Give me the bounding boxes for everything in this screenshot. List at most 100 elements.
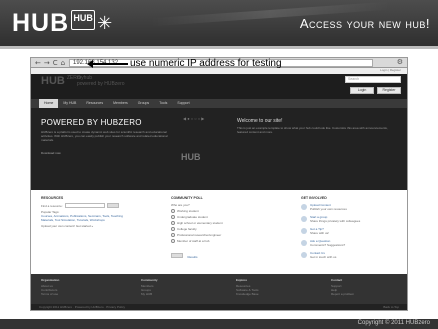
- nav-item-myhub[interactable]: My HUB: [58, 99, 81, 108]
- footer-col-title: Explore: [236, 278, 248, 282]
- footer-col-title: Community: [141, 278, 158, 282]
- hub-logo-text: HUB: [12, 8, 70, 37]
- tip-body: Comments? Suggestions?: [310, 243, 346, 247]
- radio-icon[interactable]: [171, 209, 175, 213]
- poll-column: COMMUNITY POLL Who are you? Working stud…: [171, 196, 271, 263]
- slide-title: Access your new hub!: [299, 16, 430, 31]
- site-name: myhub powered by HUBzero: [77, 75, 125, 87]
- slide-copyright: Copyright © 2011 HUBzero: [357, 320, 430, 326]
- resource-search-input[interactable]: [64, 203, 105, 208]
- resources-column: RESOURCES Find a resource: Popular Tags:…: [41, 196, 151, 228]
- poll-option-label: College faculty: [177, 227, 197, 231]
- login-register-links[interactable]: Login | Register: [380, 68, 401, 72]
- hub-star-icon: ✳: [97, 12, 113, 33]
- site-footer: Organization About us Contributors Terms…: [31, 274, 407, 304]
- tip-body: Publish your own resources: [310, 207, 347, 211]
- footer-link[interactable]: Terms of use: [41, 292, 59, 296]
- get-involved-title: GET INVOLVED: [301, 196, 327, 200]
- tip-item[interactable]: Got a Tip? Share with us!: [301, 227, 401, 235]
- poll-option[interactable]: Professional researcher/engineer: [171, 233, 271, 237]
- hub-logo-box: HUB: [71, 10, 96, 30]
- poll-option[interactable]: Working student: [171, 209, 271, 213]
- back-icon[interactable]: ←: [35, 59, 41, 67]
- poll-option-label: Member of staff at a hub: [177, 239, 210, 243]
- tip-icon: [301, 252, 307, 258]
- footer-col-community: Community Members Groups My HUB: [141, 278, 158, 296]
- tip-body: Get in touch with us: [310, 255, 337, 259]
- vote-button[interactable]: [171, 253, 183, 258]
- reload-icon[interactable]: C: [53, 59, 58, 67]
- poll-option[interactable]: College faculty: [171, 227, 271, 231]
- hero-link[interactable]: Download now: [41, 151, 61, 155]
- forward-icon[interactable]: →: [44, 59, 50, 67]
- upload-link[interactable]: Upload your own content! Get started »: [41, 224, 151, 228]
- site-logo-text: HUB: [41, 75, 65, 87]
- nav-item-support[interactable]: Support: [172, 99, 194, 108]
- nav-item-home[interactable]: Home: [39, 99, 59, 108]
- radio-icon[interactable]: [171, 227, 175, 231]
- slide-footer: Copyright © 2011 HUBzero: [0, 319, 438, 329]
- tip-icon: [301, 204, 307, 210]
- radio-icon[interactable]: [171, 239, 175, 243]
- tip-item[interactable]: Upload Content Publish your own resources: [301, 203, 401, 211]
- site-register-button[interactable]: Register: [377, 87, 401, 94]
- poll-option-label: Professional researcher/engineer: [177, 233, 222, 237]
- get-involved-column: GET INVOLVED Upload Content Publish your …: [301, 196, 401, 263]
- site-logo[interactable]: HUB ZERO: [41, 75, 81, 87]
- footer-copyright: Copyright 2011 HUBzero · Powered by HUBz…: [39, 305, 125, 309]
- footer-col-organization: Organization About us Contributors Terms…: [41, 278, 59, 296]
- hero-right-text: This is just an example template to show…: [237, 126, 388, 134]
- footer-link[interactable]: My HUB: [141, 292, 158, 296]
- site-auth-buttons: Login Register: [350, 87, 401, 94]
- poll-option[interactable]: Undergraduate student: [171, 215, 271, 219]
- footer-col-title: Organization: [41, 278, 60, 282]
- site-name-line2: powered by HUBzero: [77, 81, 125, 87]
- site-nav: Home My HUB Resources Members Groups Too…: [31, 99, 407, 108]
- tip-icon: [301, 216, 307, 222]
- slide-header: HUB HUB ✳ Access your new hub!: [0, 0, 438, 46]
- poll-option-label: High school or elementary student: [177, 221, 223, 225]
- tip-icon: [301, 228, 307, 234]
- site-footer-bottom: Copyright 2011 HUBzero · Powered by HUBz…: [31, 304, 407, 310]
- footer-link[interactable]: Knowledge Base: [236, 292, 259, 296]
- radio-icon[interactable]: [171, 233, 175, 237]
- nav-item-resources[interactable]: Resources: [81, 99, 108, 108]
- footer-col-explore: Explore Resources Software & Tools Knowl…: [236, 278, 259, 296]
- resource-search: Find a resource:: [41, 203, 151, 208]
- resources-title: RESOURCES: [41, 196, 64, 200]
- annotation-text: use numeric IP address for testing: [130, 58, 282, 69]
- radio-icon[interactable]: [171, 215, 175, 219]
- poll-title: COMMUNITY POLL: [171, 196, 203, 200]
- nav-item-tools[interactable]: Tools: [154, 99, 172, 108]
- radio-icon[interactable]: [171, 221, 175, 225]
- poll-option-label: Working student: [177, 209, 199, 213]
- hero-right-title: Welcome to our site!: [237, 118, 283, 124]
- hero-pager[interactable]: ◀ ● ○ ○ ○ ▶: [183, 116, 204, 121]
- poll-option-label: Undergraduate student: [177, 215, 208, 219]
- tip-item[interactable]: Ask a Question Comments? Suggestions?: [301, 239, 401, 247]
- poll-option[interactable]: Member of staff at a hub: [171, 239, 271, 243]
- tip-item[interactable]: Contact Us Get in touch with us: [301, 251, 401, 259]
- hero-text: HUBzero is a platform used to create dyn…: [41, 130, 168, 142]
- poll-option[interactable]: High school or elementary student: [171, 221, 271, 225]
- site-search-placeholder: Search: [348, 77, 360, 81]
- resource-search-button[interactable]: [106, 203, 119, 208]
- browser-screenshot: ← → C ⌂ ☆ 192.168.154.132 ⚙ Login | Regi…: [30, 57, 408, 311]
- resource-links-2[interactable]: Materials, Tool Simulation, Tutorials, W…: [41, 218, 151, 222]
- home-icon[interactable]: ⌂: [61, 59, 65, 67]
- back-to-top-link[interactable]: Back to Top: [383, 305, 399, 309]
- resource-search-label: Find a resource:: [41, 203, 63, 208]
- site-login-button[interactable]: Login: [350, 87, 374, 94]
- wrench-icon[interactable]: ⚙: [397, 58, 403, 66]
- footer-col-title: Contact: [331, 278, 343, 282]
- site-search-input[interactable]: Search: [345, 76, 401, 83]
- hero-title: POWERED BY HUBZERO: [41, 118, 142, 127]
- poll-results-link[interactable]: Results: [187, 255, 197, 259]
- hero-banner: POWERED BY HUBZERO HUBzero is a platform…: [31, 108, 407, 190]
- nav-item-members[interactable]: Members: [108, 99, 133, 108]
- footer-link[interactable]: Report a problem: [331, 292, 354, 296]
- tip-item[interactable]: Start a group Share things privately with…: [301, 215, 401, 223]
- footer-col-contact: Contact Support Help Report a problem: [331, 278, 354, 296]
- tip-body: Share things privately with colleagues: [310, 219, 361, 223]
- nav-item-groups[interactable]: Groups: [133, 99, 154, 108]
